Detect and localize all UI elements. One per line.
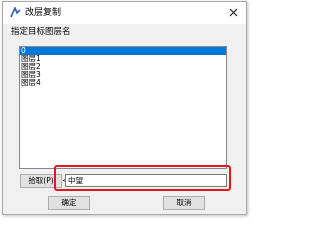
close-icon[interactable] bbox=[227, 6, 240, 19]
layer-listbox[interactable]: 0 图层1 图层2 图层3 图层4 bbox=[19, 46, 227, 169]
layer-list-item[interactable]: 0 bbox=[20, 47, 226, 55]
layer-list-item[interactable]: 图层3 bbox=[20, 71, 226, 79]
dialog-title: 改层复制 bbox=[25, 8, 62, 18]
app-icon bbox=[10, 7, 21, 18]
highlight-annotation bbox=[54, 165, 231, 191]
ok-button[interactable]: 确定 bbox=[48, 196, 90, 210]
cancel-button[interactable]: 取消 bbox=[163, 196, 205, 210]
layer-list-item[interactable]: 图层4 bbox=[20, 79, 226, 87]
title-bar: 改层复制 bbox=[3, 2, 246, 24]
layer-list-item[interactable]: 图层1 bbox=[20, 55, 226, 63]
layer-list-item[interactable]: 图层2 bbox=[20, 63, 226, 71]
target-layer-label: 指定目标图层名 bbox=[11, 27, 71, 37]
